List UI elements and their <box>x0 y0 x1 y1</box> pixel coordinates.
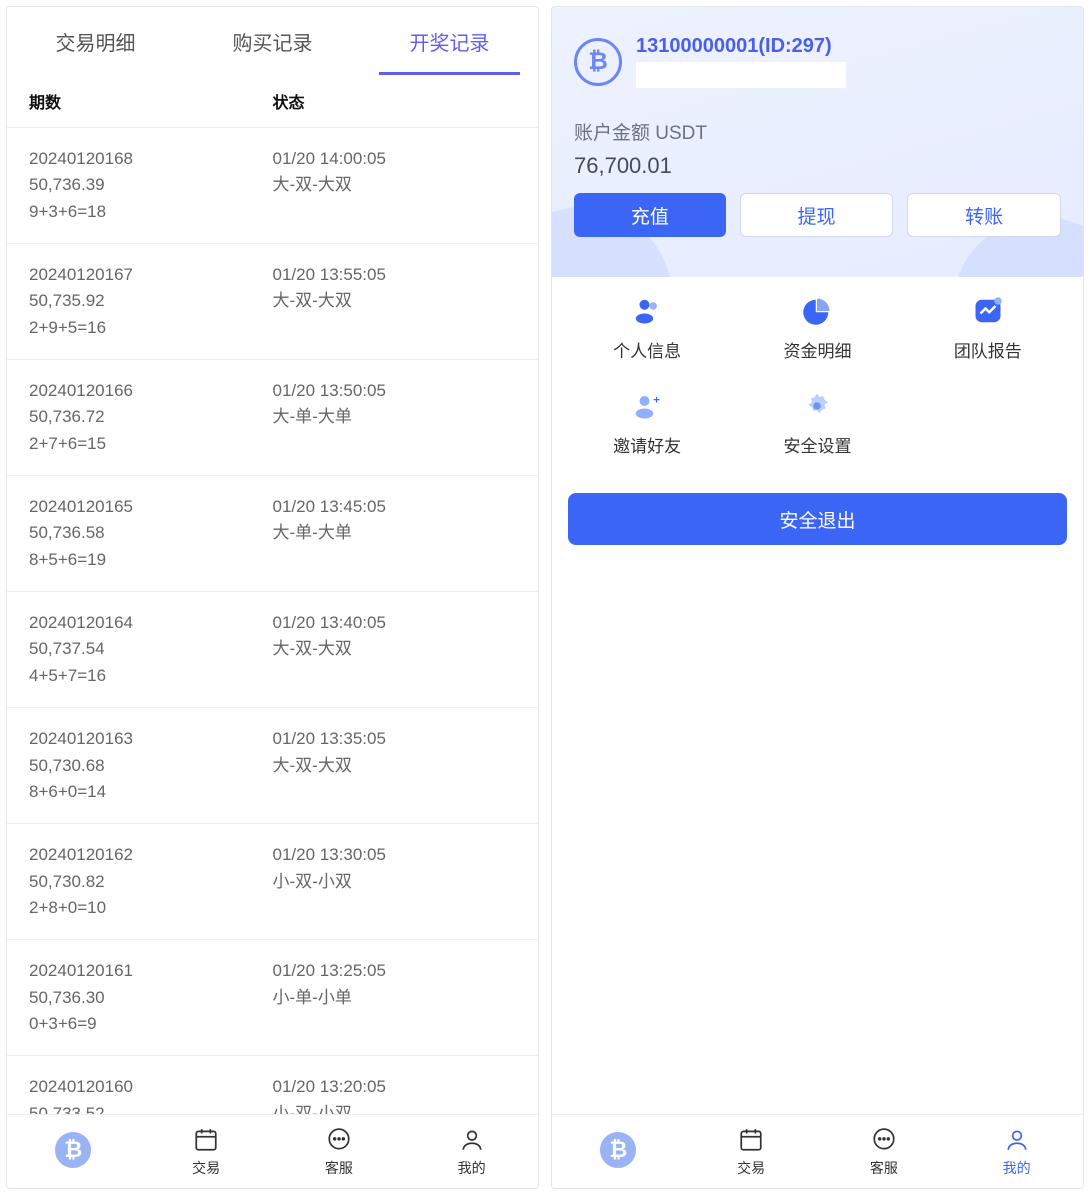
tab-lottery[interactable]: 开奖记录 <box>361 7 538 75</box>
nav-mine[interactable]: 我的 <box>950 1115 1083 1188</box>
bitcoin-icon: ₿ <box>597 1136 639 1164</box>
cell-period: 2024012016450,737.544+5+7=16 <box>29 610 273 689</box>
cell-status: 01/20 13:35:05大-双-大双 <box>273 726 517 805</box>
calendar-icon <box>193 1126 219 1154</box>
records-panel: 交易明细 购买记录 开奖记录 期数 状态 2024012016850,736.3… <box>6 6 539 1189</box>
svg-text:+: + <box>653 395 660 407</box>
table-row: 2024012016750,735.922+9+5=1601/20 13:55:… <box>7 244 538 360</box>
nav-home[interactable]: ₿ <box>552 1115 685 1188</box>
bottom-nav-right: ₿ 交易 客服 我的 <box>552 1114 1083 1188</box>
transfer-button[interactable]: 转账 <box>907 193 1061 237</box>
account-header: ₿ 13100000001(ID:297) 账户金额 USDT 76,700.0… <box>552 7 1083 277</box>
menu-profile[interactable]: 个人信息 <box>562 295 732 362</box>
nav-home[interactable]: ₿ <box>7 1115 140 1188</box>
cell-status: 01/20 13:25:05小-单-小单 <box>273 958 517 1037</box>
piechart-icon <box>801 295 833 327</box>
tab-transactions[interactable]: 交易明细 <box>7 7 184 75</box>
cell-period: 2024012016350,730.688+6+0=14 <box>29 726 273 805</box>
chart-icon <box>972 295 1004 327</box>
table-row: 2024012016850,736.399+3+6=1801/20 14:00:… <box>7 128 538 244</box>
cell-status: 01/20 13:40:05大-双-大双 <box>273 610 517 689</box>
cell-period: 2024012016850,736.399+3+6=18 <box>29 146 273 225</box>
balance-label: 账户金额 USDT <box>574 118 1061 145</box>
logout-button[interactable]: 安全退出 <box>568 493 1067 545</box>
menu-team[interactable]: 团队报告 <box>903 295 1073 362</box>
table-row: 2024012016250,730.822+8+0=1001/20 13:30:… <box>7 824 538 940</box>
withdraw-button[interactable]: 提现 <box>740 193 894 237</box>
account-panel: ₿ 13100000001(ID:297) 账户金额 USDT 76,700.0… <box>551 6 1084 1189</box>
nav-support[interactable]: 客服 <box>818 1115 951 1188</box>
account-id: 13100000001(ID:297) <box>636 35 846 58</box>
user-icon <box>459 1126 485 1154</box>
menu-grid: 个人信息 资金明细 团队报告 + 邀请好友 安全设置 <box>552 277 1083 463</box>
nav-trade[interactable]: 交易 <box>140 1115 273 1188</box>
table-row: 2024012016150,736.300+3+6=901/20 13:25:0… <box>7 940 538 1056</box>
cell-period: 2024012016550,736.588+5+6=19 <box>29 494 273 573</box>
nav-mine[interactable]: 我的 <box>405 1115 538 1188</box>
menu-funds[interactable]: 资金明细 <box>732 295 902 362</box>
table-row: 2024012016450,737.544+5+7=1601/20 13:40:… <box>7 592 538 708</box>
header-period: 期数 <box>29 89 273 113</box>
user-icon <box>1004 1126 1030 1154</box>
gear-icon <box>801 390 833 422</box>
cell-period: 2024012016750,735.922+9+5=16 <box>29 262 273 341</box>
cell-period: 2024012016650,736.722+7+6=15 <box>29 378 273 457</box>
cell-period: 2024012016150,736.300+3+6=9 <box>29 958 273 1037</box>
cell-period: 2024012016050,733.522+5+3=10 <box>29 1074 273 1114</box>
table-row: 2024012016550,736.588+5+6=1901/20 13:45:… <box>7 476 538 592</box>
profile-icon <box>631 295 663 327</box>
recharge-button[interactable]: 充值 <box>574 193 726 237</box>
header-status: 状态 <box>273 89 517 113</box>
menu-security[interactable]: 安全设置 <box>732 390 902 457</box>
records-header: 期数 状态 <box>7 75 538 128</box>
table-row: 2024012016050,733.522+5+3=1001/20 13:20:… <box>7 1056 538 1114</box>
bitcoin-icon: ₿ <box>574 38 622 86</box>
cell-status: 01/20 13:50:05大-单-大单 <box>273 378 517 457</box>
invite-icon: + <box>631 390 663 422</box>
calendar-icon <box>738 1126 764 1154</box>
cell-status: 01/20 13:30:05小-双-小双 <box>273 842 517 921</box>
cell-status: 01/20 13:20:05小-双-小双 <box>273 1074 517 1114</box>
table-row: 2024012016350,730.688+6+0=1401/20 13:35:… <box>7 708 538 824</box>
cell-status: 01/20 13:55:05大-双-大双 <box>273 262 517 341</box>
bottom-nav-left: ₿ 交易 客服 我的 <box>7 1114 538 1188</box>
records-list[interactable]: 2024012016850,736.399+3+6=1801/20 14:00:… <box>7 128 538 1114</box>
cell-status: 01/20 13:45:05大-单-大单 <box>273 494 517 573</box>
tab-purchases[interactable]: 购买记录 <box>184 7 361 75</box>
menu-invite[interactable]: + 邀请好友 <box>562 390 732 457</box>
table-row: 2024012016650,736.722+7+6=1501/20 13:50:… <box>7 360 538 476</box>
balance-value: 76,700.01 <box>574 153 1061 179</box>
tabs: 交易明细 购买记录 开奖记录 <box>7 7 538 75</box>
chat-icon <box>871 1126 897 1154</box>
cell-period: 2024012016250,730.822+8+0=10 <box>29 842 273 921</box>
nav-trade[interactable]: 交易 <box>685 1115 818 1188</box>
cell-status: 01/20 14:00:05大-双-大双 <box>273 146 517 225</box>
chat-icon <box>326 1126 352 1154</box>
nav-support[interactable]: 客服 <box>273 1115 406 1188</box>
account-sub <box>636 62 846 88</box>
bitcoin-icon: ₿ <box>52 1136 94 1164</box>
